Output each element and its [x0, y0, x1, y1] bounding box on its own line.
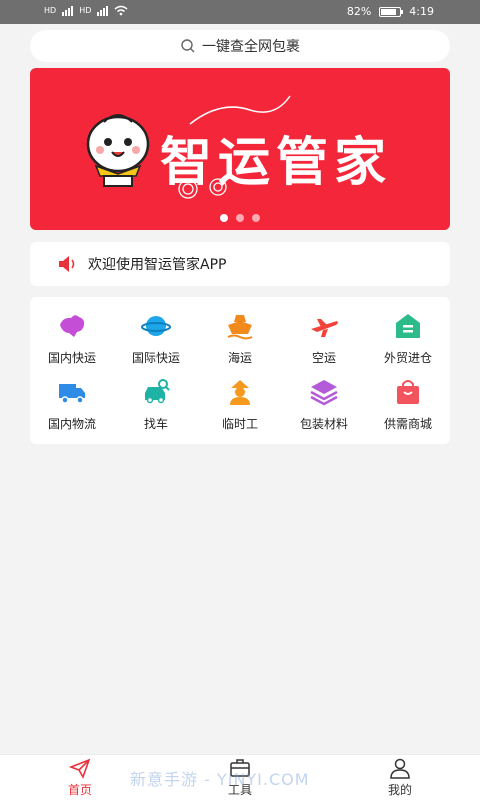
- service-temp-worker[interactable]: 临时工: [198, 371, 282, 437]
- service-label: 国内物流: [47, 416, 96, 431]
- service-label: 国际快运: [131, 350, 180, 365]
- tab-label: 工具: [227, 783, 252, 797]
- flower-decoration: [178, 178, 227, 199]
- airplane-icon: [311, 318, 338, 337]
- search-bar[interactable]: 一键查全网包裹: [30, 30, 450, 62]
- car-search-icon: [145, 378, 170, 403]
- battery-percent: 82%: [346, 5, 372, 18]
- carousel-dot[interactable]: [236, 214, 244, 222]
- service-sea-freight[interactable]: 海运: [198, 305, 282, 371]
- paper-plane-icon: [69, 758, 91, 779]
- layers-icon: [310, 379, 338, 405]
- service-label: 外贸进仓: [383, 350, 432, 365]
- notice-bar[interactable]: 欢迎使用智运管家APP: [30, 242, 450, 286]
- wifi-icon: [114, 5, 128, 15]
- service-supply-demand-mall[interactable]: 供需商城: [366, 371, 450, 437]
- service-foreign-trade-warehouse[interactable]: 外贸进仓: [366, 305, 450, 371]
- tab-tools[interactable]: 工具: [160, 755, 320, 800]
- notice-text: 欢迎使用智运管家APP: [88, 257, 227, 273]
- tab-profile[interactable]: 我的: [320, 755, 480, 800]
- service-label: 找车: [143, 416, 168, 431]
- service-grid: 国内快运 国际快运 海运 空运 外贸进仓 国内物流 找车 临时工 包装材料 供需…: [30, 297, 450, 444]
- battery-icon: [379, 6, 404, 17]
- carousel-dot[interactable]: [220, 214, 228, 222]
- mascot-image: [86, 114, 150, 187]
- tab-label: 首页: [67, 783, 92, 797]
- toolbox-icon: [230, 759, 250, 777]
- tab-home[interactable]: 首页: [0, 755, 160, 800]
- user-icon: [390, 758, 410, 779]
- speaker-icon: [59, 256, 75, 272]
- ship-icon: [227, 314, 253, 339]
- service-label: 空运: [311, 350, 336, 365]
- clock: 4:19: [409, 5, 434, 18]
- warehouse-icon: [396, 313, 420, 338]
- china-map-icon: [60, 314, 85, 337]
- service-packaging-materials[interactable]: 包装材料: [282, 371, 366, 437]
- service-label: 国内快运: [47, 350, 96, 365]
- signal-indicators: HD HD: [44, 4, 128, 16]
- planet-icon: [141, 315, 171, 336]
- carousel-dots: [30, 214, 450, 222]
- service-international-express[interactable]: 国际快运: [114, 305, 198, 371]
- service-label: 临时工: [221, 416, 258, 431]
- search-icon: [181, 39, 195, 53]
- promo-banner[interactable]: 智运管家: [30, 68, 450, 230]
- service-domestic-logistics[interactable]: 国内物流: [30, 371, 114, 437]
- tab-label: 我的: [387, 783, 412, 797]
- carousel-dot[interactable]: [252, 214, 260, 222]
- signal2-icon: [97, 4, 109, 16]
- bottom-tab-bar: 首页 工具 我的: [0, 754, 480, 800]
- signal-icon: [62, 4, 74, 16]
- sim2-icon: HD: [79, 5, 92, 15]
- service-label: 包装材料: [299, 416, 348, 431]
- service-label: 供需商城: [383, 416, 432, 431]
- service-domestic-express[interactable]: 国内快运: [30, 305, 114, 371]
- shopping-bag-icon: [397, 379, 419, 404]
- truck-icon: [59, 383, 85, 404]
- sim-icon: HD: [44, 5, 57, 15]
- worker-icon: [230, 379, 250, 405]
- search-placeholder: 一键查全网包裹: [202, 39, 300, 55]
- status-bar: HD HD 82% 4:19: [0, 0, 480, 24]
- service-find-vehicle[interactable]: 找车: [114, 371, 198, 437]
- service-air-freight[interactable]: 空运: [282, 305, 366, 371]
- service-label: 海运: [227, 350, 252, 365]
